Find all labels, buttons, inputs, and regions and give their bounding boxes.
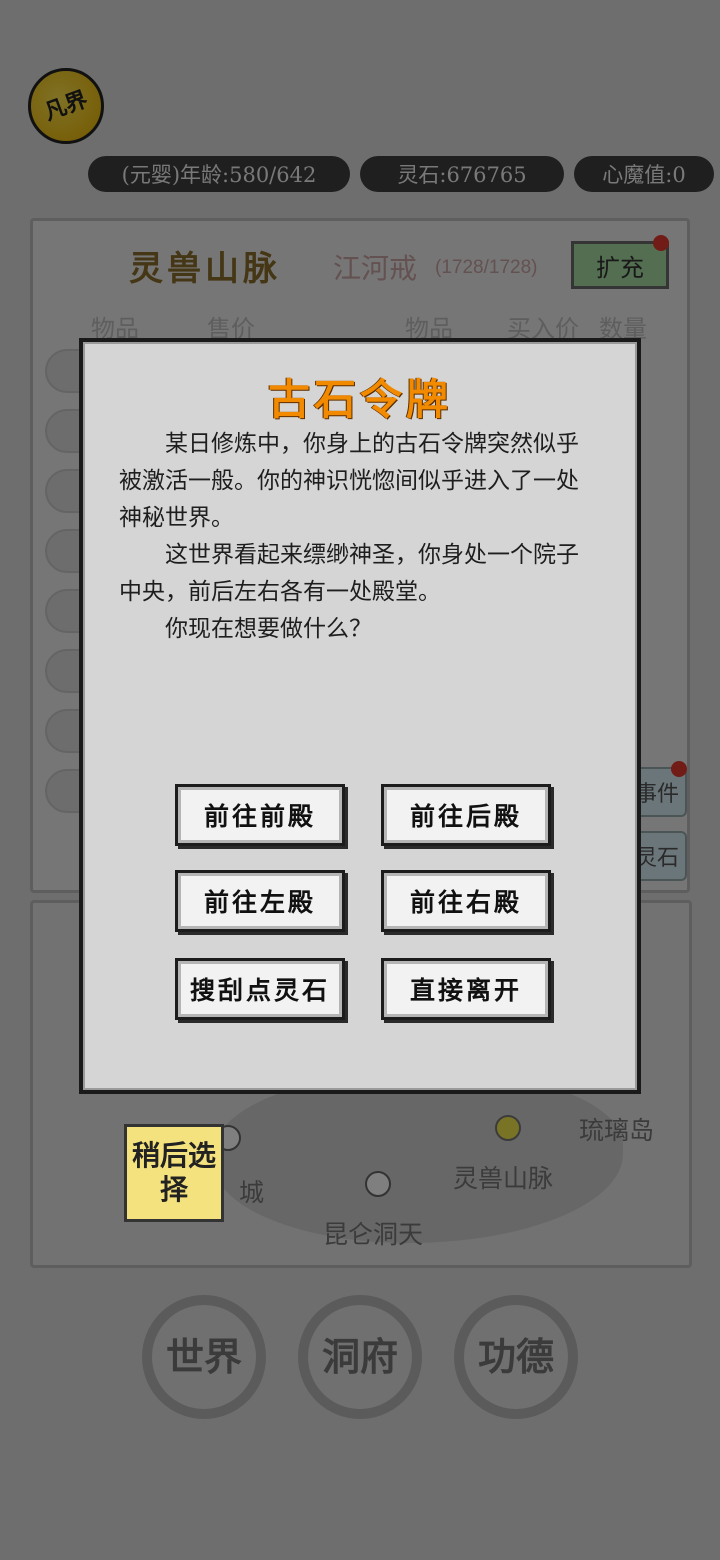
dialog-paragraph: 这世界看起来缥缈神圣，你身处一个院子中央，前后左右各有一处殿堂。 <box>119 542 579 605</box>
leave-directly-button[interactable]: 直接离开 <box>381 958 551 1020</box>
dialog-title: 古石令牌 <box>267 375 452 424</box>
go-back-hall-button[interactable]: 前往后殿 <box>381 784 551 846</box>
event-dialog: 古石令牌 某日修炼中，你身上的古石令牌突然似乎被激活一般。你的神识恍惚间似乎进入… <box>79 338 641 1094</box>
go-right-hall-button[interactable]: 前往右殿 <box>381 870 551 932</box>
dialog-paragraph: 某日修炼中，你身上的古石令牌突然似乎被激活一般。你的神识恍惚间似乎进入了一处神秘… <box>119 431 579 531</box>
dialog-body: 某日修炼中，你身上的古石令牌突然似乎被激活一般。你的神识恍惚间似乎进入了一处神秘… <box>119 426 599 648</box>
search-spirit-stones-button[interactable]: 搜刮点灵石 <box>175 958 345 1020</box>
go-front-hall-button[interactable]: 前往前殿 <box>175 784 345 846</box>
dialog-paragraph: 你现在想要做什么？ <box>165 616 372 642</box>
choose-later-button[interactable]: 稍后选择 <box>124 1124 224 1222</box>
go-left-hall-button[interactable]: 前往左殿 <box>175 870 345 932</box>
